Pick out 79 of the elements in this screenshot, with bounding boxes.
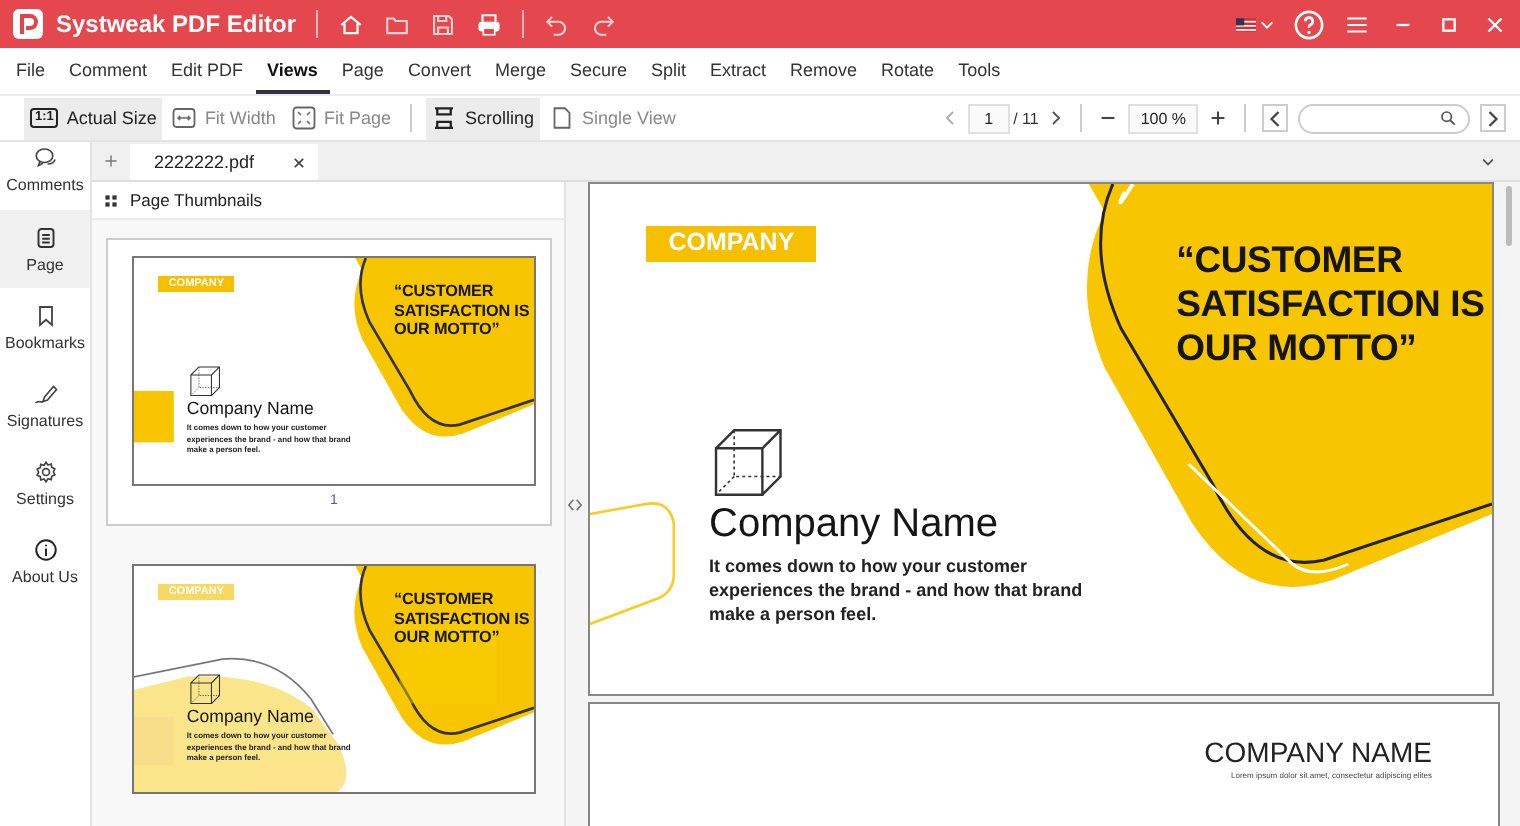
company-name: Company Name [186,707,314,727]
menu-tab[interactable]: Rotate [869,48,947,94]
chevron-left-icon [1268,109,1282,127]
chevron-right-icon [1486,109,1500,127]
search-previous-button[interactable] [1262,104,1288,132]
menu-icon[interactable] [1344,11,1370,37]
bookmarks-icon [33,303,57,327]
view-tool-button[interactable]: Scrolling [426,97,540,139]
sidebar-item[interactable]: Page [0,210,90,288]
company-name: Company Name [186,399,314,419]
slide-quote: “CUSTOMER SATISFACTION IS OUR MOTTO” [394,589,530,649]
zoom-in-icon[interactable] [1210,110,1226,126]
slide-tagline: It comes down to how your customer experiences the brand - and how that brand make a person feel. [709,556,1083,627]
resize-icon [567,497,581,511]
company-name: Company Name [709,502,999,547]
previous-page-icon[interactable] [944,110,957,126]
undo-icon[interactable] [544,11,571,37]
view-tool-button[interactable]: Fit Page [285,97,397,139]
menu-tab[interactable]: Convert [395,48,483,94]
help-icon[interactable] [1294,9,1324,39]
cube-icon [189,366,220,397]
fit-width-icon [172,106,197,130]
menu-tab[interactable]: Edit PDF [159,48,256,94]
page-icon [33,225,57,249]
page-count: / 11 [1013,109,1039,127]
flag-icon[interactable] [1236,17,1256,31]
grid-icon [104,193,118,207]
sidebar-item[interactable]: About Us [0,522,90,600]
menu-tab[interactable]: Secure [557,48,639,94]
fit-page-icon [291,106,316,130]
search-next-button[interactable] [1480,104,1506,132]
app-title: Systweak PDF Editor [56,10,297,38]
sidebar-item[interactable]: Settings [0,444,90,522]
splitter-handle[interactable] [566,182,582,826]
close-tab-icon[interactable] [292,155,306,169]
signatures-icon [33,381,57,405]
page-heading: COMPANY NAME [1204,736,1432,768]
save-icon[interactable] [430,11,457,37]
cube-icon [714,428,783,498]
folder-icon[interactable] [384,11,411,37]
menu-tab[interactable]: Page [329,48,396,94]
redo-icon[interactable] [590,11,617,37]
menu-tab[interactable]: File [4,48,58,94]
single-page-icon [550,106,574,130]
comments-icon [33,146,57,170]
app-logo-icon [12,8,44,40]
vertical-scrollbar[interactable] [1500,182,1520,826]
chevron-down-icon[interactable] [1260,17,1274,31]
slide-quote: “CUSTOMER SATISFACTION IS OUR MOTTO” [394,281,530,341]
menu-tab[interactable]: Views [255,48,330,94]
menu-tab[interactable]: Remove [778,48,870,94]
new-tab-icon[interactable] [104,154,118,168]
search-field[interactable] [1298,103,1470,133]
view-tool-button[interactable]: Fit Width [166,97,282,139]
document-tab-title: 2222222.pdf [154,152,255,172]
menu-tab[interactable]: Comment [57,48,160,94]
next-page-icon[interactable] [1050,110,1063,126]
page-number-field[interactable]: 1 [968,103,1010,133]
menu-tab[interactable]: Split [639,48,699,94]
panel-title: Page Thumbnails [130,190,262,210]
menu-tab[interactable]: Merge [482,48,558,94]
chevron-down-icon[interactable] [1480,154,1496,170]
about-icon [33,537,57,561]
print-icon[interactable] [476,11,503,37]
scrolling-icon [432,106,457,130]
search-icon [1440,110,1456,126]
home-icon[interactable] [338,11,365,37]
menu-tab[interactable]: Tools [946,48,1013,94]
view-tool-button[interactable]: Single View [544,97,682,139]
slide-quote: “CUSTOMER SATISFACTION IS OUR MOTTO” [1176,237,1485,371]
document-tab[interactable]: 2222222.pdf [130,144,318,180]
settings-icon [33,459,57,483]
sidebar-item[interactable]: Bookmarks [0,288,90,366]
menu-tab[interactable]: Extract [698,48,779,94]
zoom-field[interactable]: 100 % [1128,103,1198,133]
sidebar-item[interactable]: Signatures [0,366,90,444]
sidebar-item[interactable]: Comments [0,142,90,210]
cube-icon [189,674,220,705]
slide-label: COMPANY [645,226,817,262]
